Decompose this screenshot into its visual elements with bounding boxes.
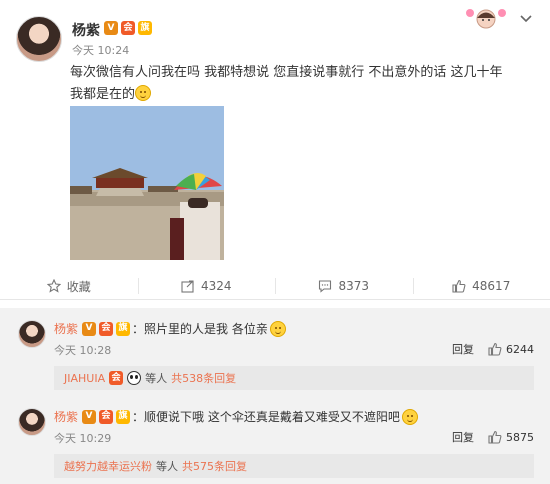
commenter-avatar[interactable] bbox=[18, 408, 46, 436]
repost-count: 4324 bbox=[200, 279, 232, 293]
comment-line: 杨紫 V 会 旗 ： 顺便说下哦 这个伞还真是戴着又难受又不遮阳吧 bbox=[54, 408, 418, 425]
comment-button[interactable]: 8373 bbox=[275, 270, 413, 302]
comment-like-button[interactable]: 6244 bbox=[488, 342, 534, 356]
chevron-down-icon[interactable] bbox=[520, 11, 532, 27]
post-text: 每次微信有人问我在吗 我都特想说 您直接说事就行 不出意外的话 这几十年我都是在… bbox=[70, 62, 510, 106]
comment-time: 今天 10:29 bbox=[54, 432, 112, 445]
comment-text: 顺便说下哦 这个伞还真是戴着又难受又不遮阳吧 bbox=[144, 410, 400, 424]
like-icon bbox=[488, 342, 502, 356]
post-top-right bbox=[464, 6, 532, 32]
like-icon bbox=[488, 430, 502, 444]
panda-icon bbox=[127, 371, 142, 385]
reply-button[interactable]: 回复 bbox=[452, 341, 474, 357]
vip-badge: 会 bbox=[99, 321, 114, 336]
author-avatar[interactable] bbox=[16, 16, 62, 62]
favorite-button[interactable]: 收藏 bbox=[0, 270, 138, 302]
vip-badge: 会 bbox=[109, 371, 124, 385]
flag-badge: 旗 bbox=[116, 321, 131, 336]
vip-badge: 会 bbox=[121, 21, 135, 35]
verified-badge: V bbox=[104, 21, 118, 35]
reply-names[interactable]: JIAHUIA bbox=[64, 372, 105, 385]
comment-item: 杨紫 V 会 旗 ： 顺便说下哦 这个伞还真是戴着又难受又不遮阳吧 今天 10:… bbox=[0, 396, 550, 484]
like-count: 48617 bbox=[472, 279, 511, 293]
commenter-name[interactable]: 杨紫 bbox=[54, 320, 78, 337]
reply-etc: 等人 bbox=[156, 460, 178, 473]
comment-like-count: 5875 bbox=[506, 430, 534, 444]
reply-names[interactable]: 越努力越幸运兴粉 bbox=[64, 458, 152, 474]
smile-emoji-icon bbox=[401, 408, 418, 425]
post-photo[interactable] bbox=[70, 106, 224, 260]
comment-list: 杨紫 V 会 旗 ： 照片里的人是我 各位亲 今天 10:28 回复 6244 … bbox=[0, 308, 550, 484]
author-badges: V 会 旗 bbox=[104, 21, 152, 35]
comment-text: 照片里的人是我 各位亲 bbox=[144, 322, 268, 336]
comment-like-count: 6244 bbox=[506, 342, 534, 356]
like-button[interactable]: 48617 bbox=[412, 270, 550, 302]
repost-icon bbox=[181, 280, 194, 293]
commenter-name[interactable]: 杨紫 bbox=[54, 408, 78, 425]
reply-button[interactable]: 回复 bbox=[452, 429, 474, 445]
comment-icon bbox=[319, 280, 332, 293]
reply-total-link[interactable]: 共575条回复 bbox=[182, 458, 247, 474]
reply-etc: 等人 bbox=[145, 372, 168, 385]
comment-count: 8373 bbox=[338, 279, 370, 293]
verified-badge: V bbox=[82, 321, 97, 336]
commenter-badges: V 会 旗 bbox=[82, 321, 131, 336]
vip-badge: 会 bbox=[99, 409, 114, 424]
comment-item: 杨紫 V 会 旗 ： 照片里的人是我 各位亲 今天 10:28 回复 6244 … bbox=[0, 308, 550, 396]
flag-badge: 旗 bbox=[138, 21, 152, 35]
post-action-bar: 收藏 4324 8373 48617 bbox=[0, 270, 550, 302]
star-icon bbox=[46, 279, 61, 293]
comment-line: 杨紫 V 会 旗 ： 照片里的人是我 各位亲 bbox=[54, 320, 286, 337]
flag-badge: 旗 bbox=[116, 409, 131, 424]
verified-badge: V bbox=[82, 409, 97, 424]
comment-like-button[interactable]: 5875 bbox=[488, 430, 534, 444]
favorite-label: 收藏 bbox=[66, 279, 91, 294]
commenter-avatar[interactable] bbox=[18, 320, 46, 348]
commenter-badges: V 会 旗 bbox=[82, 409, 131, 424]
comment-time: 今天 10:28 bbox=[54, 344, 112, 357]
repost-button[interactable]: 4324 bbox=[137, 270, 276, 302]
sub-replies[interactable]: JIAHUIA 会 等人 共538条回复 bbox=[54, 366, 534, 390]
comment-actions: 回复 5875 bbox=[452, 429, 534, 445]
weibo-post: 杨紫 V 会 旗 今天 10:24 每次微信有人问我在吗 我都特想说 您直接说事… bbox=[0, 0, 550, 300]
comment-actions: 回复 6244 bbox=[452, 341, 534, 357]
like-icon bbox=[452, 279, 466, 293]
post-time[interactable]: 今天 10:24 bbox=[72, 42, 129, 58]
smile-emoji-icon bbox=[135, 85, 152, 101]
reply-total-link[interactable]: 共538条回复 bbox=[171, 370, 236, 386]
smile-emoji-icon bbox=[269, 320, 286, 337]
comment-separator: ： bbox=[132, 410, 145, 424]
author-name[interactable]: 杨紫 bbox=[72, 20, 100, 40]
sub-replies[interactable]: 越努力越幸运兴粉 等人 共575条回复 bbox=[54, 454, 534, 478]
sticker-icon bbox=[464, 6, 508, 32]
comment-separator: ： bbox=[132, 322, 145, 336]
